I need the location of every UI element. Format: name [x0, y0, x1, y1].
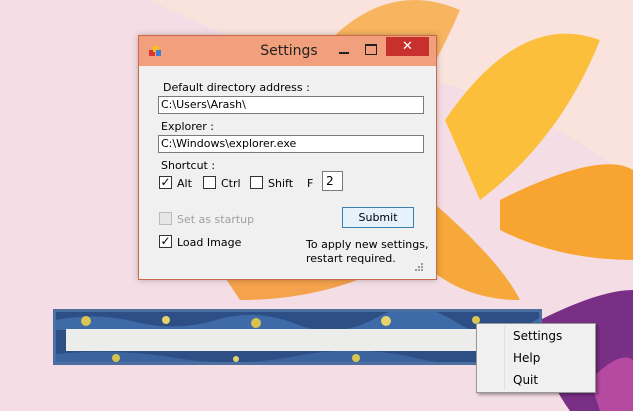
default-dir-input[interactable]: C:\Users\Arash\ — [158, 96, 424, 114]
title-bar[interactable]: Settings ✕ — [139, 36, 436, 66]
f-key-label: F — [307, 177, 314, 190]
window-title: Settings — [260, 43, 318, 59]
default-dir-label: Default directory address : — [163, 81, 310, 94]
startup-label: Set as startup — [177, 213, 255, 226]
startup-checkbox[interactable] — [159, 212, 172, 225]
submit-button[interactable]: Submit — [342, 207, 414, 228]
menu-divider — [504, 326, 505, 390]
menu-item-quit[interactable]: Quit — [513, 373, 538, 387]
explorer-input[interactable]: C:\Windows\explorer.exe — [158, 135, 424, 153]
minimize-button[interactable] — [339, 42, 351, 56]
app-icon — [149, 46, 161, 56]
shortcut-label: Shortcut : — [161, 159, 216, 172]
close-button[interactable]: ✕ — [386, 37, 429, 56]
restart-note-line2: restart required. — [306, 252, 396, 265]
shift-checkbox[interactable] — [250, 176, 263, 189]
settings-window: Settings ✕ Default directory address : C… — [138, 35, 437, 280]
shift-label: Shift — [268, 177, 294, 190]
menu-item-settings[interactable]: Settings — [513, 329, 562, 343]
f-key-input[interactable]: 2 — [322, 171, 343, 191]
ctrl-label: Ctrl — [221, 177, 241, 190]
maximize-button[interactable] — [365, 44, 377, 55]
alt-checkbox[interactable]: ✓ — [159, 176, 172, 189]
load-image-checkbox[interactable]: ✓ — [159, 235, 172, 248]
strip-bar — [66, 329, 528, 351]
resize-grip-icon[interactable] — [414, 262, 424, 272]
checkmark-icon: ✓ — [160, 234, 171, 248]
close-icon: ✕ — [402, 39, 413, 54]
load-image-label: Load Image — [177, 236, 242, 249]
alt-label: Alt — [177, 177, 192, 190]
restart-note-line1: To apply new settings, — [306, 238, 429, 251]
menu-item-help[interactable]: Help — [513, 351, 540, 365]
ctrl-checkbox[interactable] — [203, 176, 216, 189]
checkmark-icon: ✓ — [160, 175, 171, 189]
explorer-label: Explorer : — [161, 120, 215, 133]
image-strip-window[interactable] — [53, 309, 542, 365]
settings-form: Default directory address : C:\Users\Ara… — [147, 66, 428, 271]
tray-context-menu: Settings Help Quit — [476, 323, 596, 393]
